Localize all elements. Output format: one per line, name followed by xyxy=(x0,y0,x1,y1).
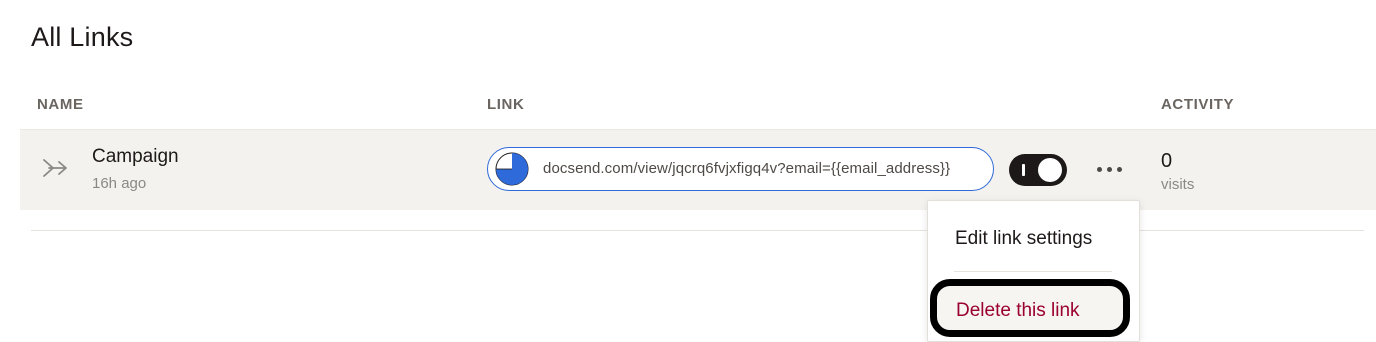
delete-link-label: Delete this link xyxy=(956,300,1080,321)
link-url[interactable]: docsend.com/view/jqcrq6fvjxfigq4v?email=… xyxy=(543,160,950,177)
column-header-activity: ACTIVITY xyxy=(1161,96,1235,113)
link-url-field[interactable]: docsend.com/view/jqcrq6fvjxfigq4v?email=… xyxy=(487,147,994,191)
edit-link-settings-item[interactable]: Edit link settings xyxy=(955,228,1092,250)
visit-label: visits xyxy=(1161,176,1195,193)
table-row[interactable]: Campaign 16h ago docsend.com/view/jqcrq6… xyxy=(20,129,1376,210)
link-options-menu: Edit link settings Delete this link xyxy=(927,200,1140,342)
toggle-on-indicator xyxy=(1022,164,1025,176)
link-name[interactable]: Campaign xyxy=(92,146,179,168)
pie-chart-icon xyxy=(495,152,529,186)
table-divider xyxy=(31,230,1364,231)
visit-count: 0 xyxy=(1161,150,1173,172)
column-header-name: NAME xyxy=(37,96,84,113)
more-dots-icon xyxy=(1117,167,1122,172)
more-options-button[interactable] xyxy=(1094,158,1126,182)
link-enabled-toggle[interactable] xyxy=(1009,154,1067,186)
page-title: All Links xyxy=(31,22,134,52)
forward-arrow-icon xyxy=(43,159,67,177)
delete-link-item[interactable]: Delete this link xyxy=(930,279,1130,337)
link-timestamp: 16h ago xyxy=(92,175,147,192)
more-dots-icon xyxy=(1097,167,1102,172)
more-dots-icon xyxy=(1107,167,1112,172)
column-header-link: LINK xyxy=(487,96,525,113)
menu-separator xyxy=(954,271,1112,272)
toggle-knob xyxy=(1038,158,1062,182)
